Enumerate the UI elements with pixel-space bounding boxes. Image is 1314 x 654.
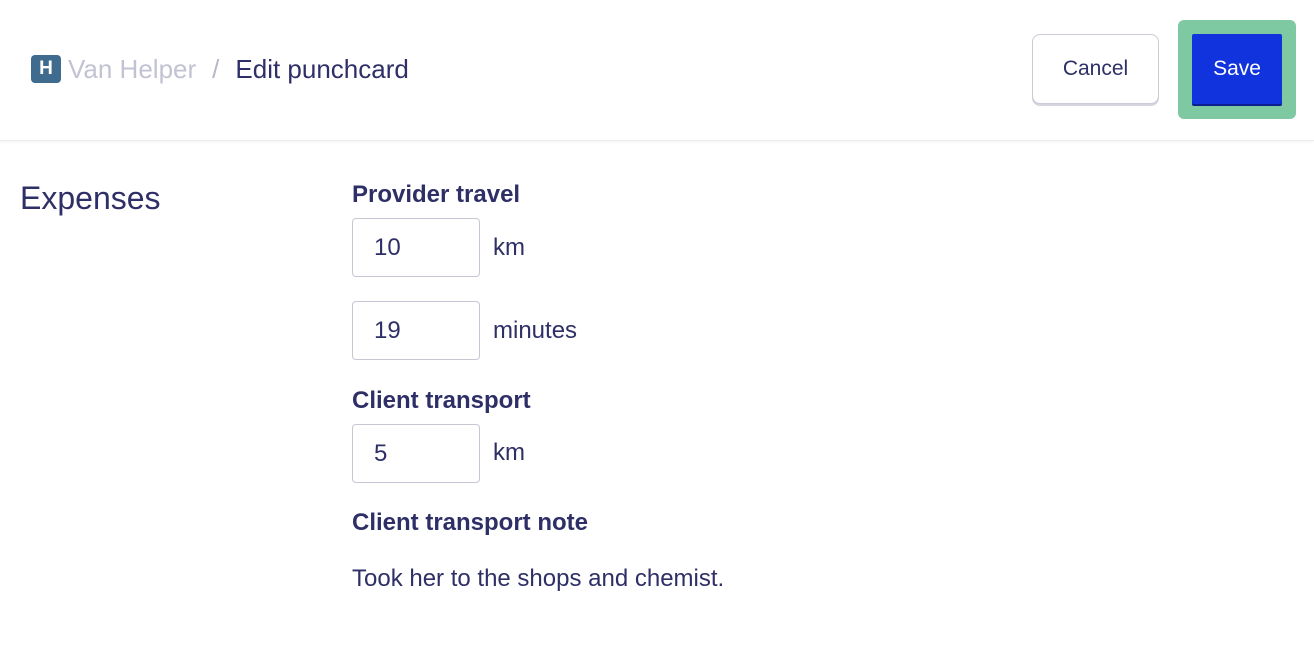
section-title-expenses: Expenses xyxy=(20,180,161,216)
save-button-focus-ring: Save xyxy=(1178,20,1296,119)
cancel-button[interactable]: Cancel xyxy=(1032,34,1159,104)
client-transport-note-label: Client transport note xyxy=(352,509,589,536)
provider-travel-label: Provider travel xyxy=(352,181,521,208)
breadcrumb: H Van Helper / Edit punchcard xyxy=(31,50,409,88)
client-transport-label: Client transport xyxy=(352,387,531,414)
org-badge-icon: H xyxy=(31,55,61,83)
save-button[interactable]: Save xyxy=(1192,34,1282,104)
provider-travel-minutes-input[interactable] xyxy=(352,301,480,360)
client-transport-km-unit: km xyxy=(493,439,525,466)
breadcrumb-separator: / xyxy=(212,53,220,84)
page-title: Edit punchcard xyxy=(235,53,409,84)
client-transport-note-text: Took her to the shops and chemist. xyxy=(352,565,725,592)
provider-travel-km-input[interactable] xyxy=(352,218,480,277)
provider-travel-minutes-unit: minutes xyxy=(493,317,578,344)
top-bar: H Van Helper / Edit punchcard Cancel Sav… xyxy=(0,0,1314,141)
provider-travel-km-unit: km xyxy=(493,234,525,261)
client-transport-km-input[interactable] xyxy=(352,424,480,483)
breadcrumb-org-link[interactable]: Van Helper xyxy=(68,54,196,85)
